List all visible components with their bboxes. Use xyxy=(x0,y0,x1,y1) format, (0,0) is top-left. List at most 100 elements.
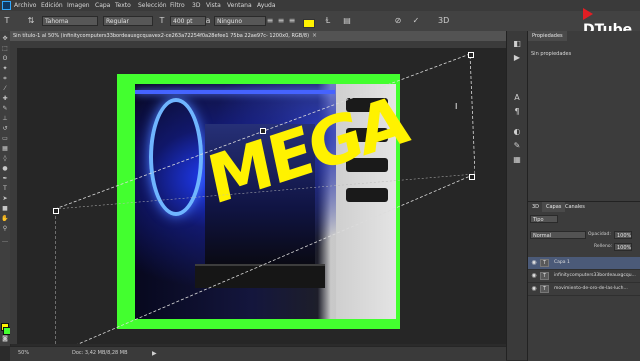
menu-ventana[interactable]: Ventana xyxy=(227,1,252,10)
eye-icon[interactable]: ◉ xyxy=(530,270,538,282)
layer-row[interactable]: ◉ T infinitycomputers33bordeauxgcqu... xyxy=(528,270,640,283)
menu-imagen[interactable]: Imagen xyxy=(67,1,90,10)
adjustments-icon[interactable]: ◐ xyxy=(512,127,522,137)
swatches-icon[interactable]: ▦ xyxy=(512,155,522,165)
menu-texto[interactable]: Texto xyxy=(115,1,131,10)
menu-3d[interactable]: 3D xyxy=(192,1,200,10)
opacity-input[interactable]: 100% xyxy=(614,231,632,239)
menu-filtro[interactable]: Filtro xyxy=(170,1,185,10)
3d-text-icon[interactable]: 3D xyxy=(438,16,449,26)
hand-tool-icon[interactable]: ✋ xyxy=(1,215,9,223)
path-select-tool-icon[interactable]: ➤ xyxy=(1,195,9,203)
zoom-tool-icon[interactable]: ⚲ xyxy=(1,225,9,233)
eraser-tool-icon[interactable]: ▭ xyxy=(1,135,9,143)
text-orientation-icon[interactable]: ⇅ xyxy=(26,16,36,26)
properties-panel: Propiedades Sin propiedades xyxy=(527,31,640,201)
document-size[interactable]: Doc: 3,42 MB/8,28 MB xyxy=(72,347,128,360)
antialias-select[interactable]: Ninguno xyxy=(214,16,266,26)
gradient-tool-icon[interactable]: ▦ xyxy=(1,145,9,153)
status-bar: 50% Doc: 3,42 MB/8,28 MB ▶ xyxy=(10,346,506,361)
menu-edicion[interactable]: Edición xyxy=(41,1,63,10)
align-left-icon[interactable]: ≡ xyxy=(265,16,275,26)
led-strip xyxy=(135,90,335,94)
font-size-icon: T xyxy=(159,16,165,25)
case-fan xyxy=(149,98,203,216)
document-tab[interactable]: Sin título-1 al 50% (infinitycomputers33… xyxy=(10,31,506,41)
actions-icon[interactable]: ▶ xyxy=(512,53,522,63)
text-layer-thumb-icon: T xyxy=(540,272,549,280)
warp-text-icon[interactable]: Ɫ xyxy=(323,16,333,26)
healing-tool-icon[interactable]: ✚ xyxy=(1,95,9,103)
menu-bar: Archivo Edición Imagen Capa Texto Selecc… xyxy=(0,0,640,11)
zoom-level[interactable]: 50% xyxy=(18,347,29,360)
layers-panel: 3D Capas Canales Tipo Normal Opacidad: 1… xyxy=(527,201,640,361)
magic-wand-tool-icon[interactable]: ✦ xyxy=(1,65,9,73)
transform-handle[interactable] xyxy=(468,52,474,58)
font-style-select[interactable]: Regular xyxy=(103,16,153,26)
marquee-tool-icon[interactable]: ⬚ xyxy=(1,45,9,53)
type-tool-panel-icon[interactable]: T xyxy=(1,185,9,193)
opacity-label: Opacidad: xyxy=(588,232,611,237)
layer-name: infinitycomputers33bordeauxgcqu... xyxy=(554,273,636,278)
more-tools-icon[interactable]: … xyxy=(1,237,9,245)
layer-row[interactable]: ◉ T Capa 1 xyxy=(528,257,640,270)
eye-icon[interactable]: ◉ xyxy=(530,257,538,269)
blend-mode-select[interactable]: Normal xyxy=(530,231,586,239)
eyedropper-tool-icon[interactable]: ⁄ xyxy=(1,85,9,93)
quick-mask-icon[interactable]: ◙ xyxy=(1,335,9,343)
graphics-card xyxy=(195,264,325,288)
transform-handle[interactable] xyxy=(53,208,59,214)
drive-bay xyxy=(346,188,388,202)
font-family-select[interactable]: Tahoma xyxy=(42,16,98,26)
menu-seleccion[interactable]: Selección xyxy=(138,1,167,10)
tab-properties[interactable]: Propiedades xyxy=(528,31,567,41)
shape-tool-icon[interactable]: ■ xyxy=(1,205,9,213)
blur-tool-icon[interactable]: ◊ xyxy=(1,155,9,163)
layer-row[interactable]: ◉ T movimiento-de-oro-de-las-luch... xyxy=(528,283,640,296)
transform-handle[interactable] xyxy=(469,174,475,180)
character-panel-icon[interactable]: ▤ xyxy=(342,16,352,26)
menu-archivo[interactable]: Archivo xyxy=(14,1,36,10)
type-tool-icon[interactable]: T xyxy=(2,16,12,26)
stamp-tool-icon[interactable]: ⊥ xyxy=(1,115,9,123)
brush-settings-icon[interactable]: ✎ xyxy=(512,141,522,151)
canvas-area[interactable]: MEGA I xyxy=(17,48,506,344)
antialias-icon: a xyxy=(205,16,211,25)
menu-vista[interactable]: Vista xyxy=(206,1,221,10)
no-properties-message: Sin propiedades xyxy=(531,51,572,57)
text-color-swatch[interactable] xyxy=(303,19,315,28)
tab-channels[interactable]: Canales xyxy=(561,202,589,212)
layer-name: movimiento-de-oro-de-las-luch... xyxy=(554,286,628,291)
menu-capa[interactable]: Capa xyxy=(95,1,110,10)
menu-ayuda[interactable]: Ayuda xyxy=(257,1,276,10)
align-right-icon[interactable]: ≡ xyxy=(287,16,297,26)
document-tab-title: Sin título-1 al 50% (infinitycomputers33… xyxy=(13,33,310,39)
move-tool-icon[interactable]: ✥ xyxy=(1,35,9,43)
layer-filter-select[interactable]: Tipo xyxy=(530,215,558,223)
eye-icon[interactable]: ◉ xyxy=(530,283,538,295)
crop-tool-icon[interactable]: ⌗ xyxy=(1,75,9,83)
align-center-icon[interactable]: ≡ xyxy=(276,16,286,26)
pen-tool-icon[interactable]: ✒ xyxy=(1,175,9,183)
status-menu-arrow-icon[interactable]: ▶ xyxy=(152,347,157,360)
lasso-tool-icon[interactable]: ʘ xyxy=(1,55,9,63)
history-brush-tool-icon[interactable]: ↺ xyxy=(1,125,9,133)
history-icon[interactable]: ◧ xyxy=(512,39,522,49)
paragraph-icon[interactable]: ¶ xyxy=(512,107,522,117)
tab-3d[interactable]: 3D xyxy=(528,202,543,212)
character-icon[interactable]: A xyxy=(512,93,522,103)
fill-input[interactable]: 100% xyxy=(614,243,632,251)
commit-check-icon[interactable]: ✓ xyxy=(411,16,421,26)
transform-handle[interactable] xyxy=(260,128,266,134)
text-layer-thumb-icon: T xyxy=(540,285,549,293)
photoshop-logo-icon xyxy=(2,1,11,10)
play-icon xyxy=(583,8,593,20)
panel-dock: ◧ ▶ A ¶ ◐ ✎ ▦ xyxy=(506,31,527,360)
cancel-icon[interactable]: ⊘ xyxy=(393,16,403,26)
layer-name: Capa 1 xyxy=(554,260,570,265)
dodge-tool-icon[interactable]: ● xyxy=(1,165,9,173)
close-tab-icon[interactable]: × xyxy=(312,32,317,40)
options-bar: T ⇅ Tahoma Regular T 400 pt a Ninguno ≡ … xyxy=(0,11,640,32)
brush-tool-icon[interactable]: ✎ xyxy=(1,105,9,113)
font-size-select[interactable]: 400 pt xyxy=(170,16,206,26)
